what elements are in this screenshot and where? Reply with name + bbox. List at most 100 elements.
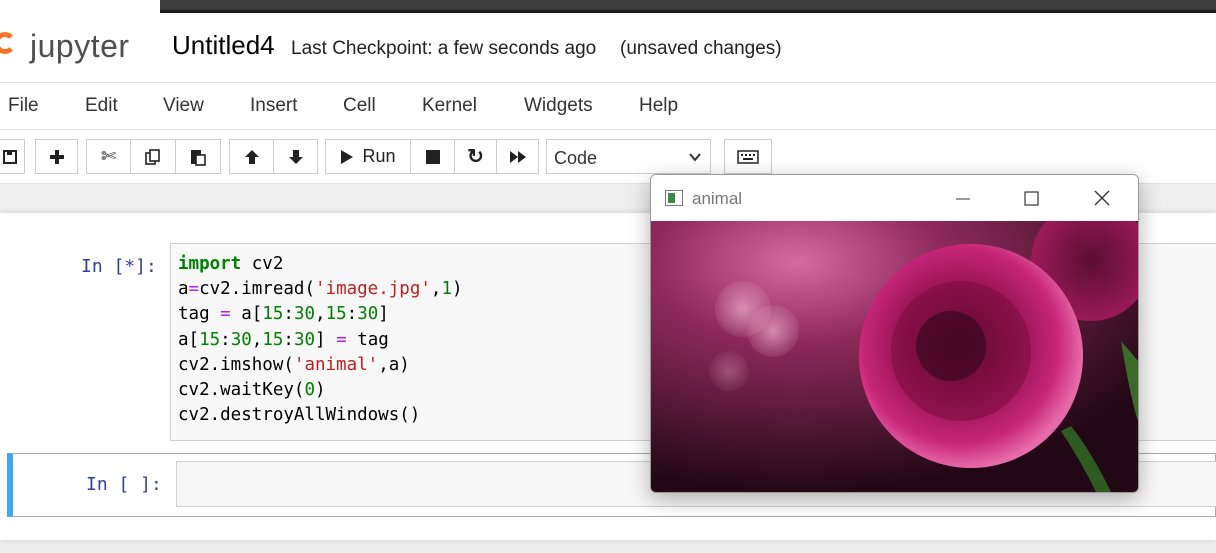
code-token: import <box>178 254 242 274</box>
copy-button[interactable] <box>130 139 176 174</box>
opencv-image-window[interactable]: animal <box>650 174 1139 493</box>
code-token: 15 <box>199 330 221 350</box>
code-line: cv2.destroyAllWindows() <box>178 405 420 425</box>
top-bar <box>0 0 1216 16</box>
move-down-button[interactable] <box>273 139 318 174</box>
code-token: , <box>315 304 326 324</box>
code-token: 15 <box>262 330 284 350</box>
code-token: : <box>346 304 358 324</box>
code-token: 'image.jpg' <box>315 279 431 299</box>
code-token: cv2 <box>241 254 284 274</box>
code-token: 30 <box>357 304 379 324</box>
fast-forward-icon <box>509 150 526 163</box>
menu-cell[interactable]: Cell <box>343 95 376 117</box>
menu-file[interactable]: File <box>8 95 39 117</box>
menu-edit[interactable]: Edit <box>85 95 118 117</box>
save-button[interactable] <box>0 139 25 174</box>
flower-photo <box>651 221 1138 492</box>
code-token: 30 <box>293 330 316 350</box>
cell-type-select[interactable]: Code <box>546 139 711 174</box>
code-line: tag = a[15:30,15:30] <box>178 304 389 324</box>
restart-button[interactable]: ↻ <box>454 139 497 174</box>
checkpoint-status: Last Checkpoint: a few seconds ago <box>291 38 597 59</box>
code-token: 30 <box>293 304 316 324</box>
code-token: : <box>283 304 294 324</box>
code-line: a=cv2.imread('image.jpg',1) <box>178 279 463 299</box>
code-token: ,a) <box>378 355 410 375</box>
code-token: ) <box>452 279 463 299</box>
close-button[interactable] <box>1087 187 1117 211</box>
flower-image <box>651 221 1138 492</box>
code-line: import cv2 <box>178 254 283 274</box>
paste-button[interactable] <box>175 139 221 174</box>
run-button[interactable]: Run <box>325 139 411 174</box>
menu-help[interactable]: Help <box>639 95 678 117</box>
code-token: tag <box>178 304 221 324</box>
minimize-icon <box>956 198 970 200</box>
menu-widgets[interactable]: Widgets <box>524 95 593 117</box>
menu-kernel[interactable]: Kernel <box>422 95 477 117</box>
run-icon <box>341 149 354 164</box>
chevron-down-icon <box>689 153 701 162</box>
menu-bar: File Edit View Insert Cell Kernel Widget… <box>0 83 1216 130</box>
code-token: , <box>251 330 263 350</box>
code-token: a[ <box>178 330 200 350</box>
maximize-button[interactable] <box>1016 187 1046 211</box>
code-token: cv2.imshow( <box>178 355 294 375</box>
code-line: cv2.waitKey(0) <box>178 380 326 400</box>
minimize-button[interactable] <box>948 187 978 211</box>
notebook-header: jupyter Untitled4 Last Checkpoint: a few… <box>0 16 1216 83</box>
cell-prompt: In [*]: <box>81 256 157 277</box>
cut-button[interactable]: ✄ <box>86 139 131 174</box>
scissors-icon: ✄ <box>100 146 117 166</box>
unsaved-status: (unsaved changes) <box>620 38 782 59</box>
cell-prompt: In [ ]: <box>86 474 162 495</box>
insert-cell-button[interactable] <box>35 139 78 174</box>
code-line: cv2.imshow('animal',a) <box>178 355 410 375</box>
code-token: a <box>178 279 189 299</box>
move-up-button[interactable] <box>229 139 274 174</box>
command-palette-button[interactable] <box>724 139 772 174</box>
code-token: a[ <box>230 304 263 324</box>
jupyter-logo-icon <box>0 32 16 54</box>
save-icon <box>2 149 17 164</box>
arrow-down-icon <box>288 149 303 164</box>
code-token: tag <box>346 330 389 350</box>
code-token: cv2.destroyAllWindows() <box>178 405 421 425</box>
paste-icon <box>191 149 206 166</box>
restart-run-all-button[interactable] <box>496 139 539 174</box>
code-token: 'animal' <box>293 355 379 375</box>
stop-icon <box>425 149 440 164</box>
cell-type-value: Code <box>554 148 598 168</box>
close-icon <box>1094 190 1110 206</box>
interrupt-button[interactable] <box>410 139 455 174</box>
notebook-name[interactable]: Untitled4 <box>172 30 275 61</box>
code-token: : <box>283 330 294 350</box>
copy-icon <box>145 148 160 165</box>
logo-text: jupyter <box>30 28 130 64</box>
code-token: ] <box>378 304 389 324</box>
keyboard-icon <box>737 149 759 164</box>
window-title: animal <box>692 189 743 208</box>
top-bar-dark <box>160 0 1216 13</box>
code-token: ) <box>314 380 326 400</box>
code-token: cv2.waitKey( <box>178 380 305 400</box>
code-token: 15 <box>262 304 284 324</box>
code-token: ] <box>315 330 337 350</box>
restart-icon: ↻ <box>467 146 484 168</box>
code-token: = <box>188 279 200 299</box>
code-token: , <box>430 279 442 299</box>
run-label: Run <box>362 146 396 166</box>
code-token: = <box>220 304 231 324</box>
code-token: cv2.imread( <box>199 279 315 299</box>
menu-insert[interactable]: Insert <box>250 95 298 117</box>
maximize-icon <box>1024 191 1039 206</box>
window-app-icon <box>665 190 683 206</box>
code-token: 30 <box>230 330 252 350</box>
menu-view[interactable]: View <box>163 95 204 117</box>
code-token: 1 <box>441 279 452 299</box>
window-titlebar[interactable]: animal <box>651 175 1138 221</box>
code-token: 0 <box>304 380 315 400</box>
jupyter-logo[interactable]: jupyter <box>0 26 144 72</box>
code-token: : <box>220 330 231 350</box>
